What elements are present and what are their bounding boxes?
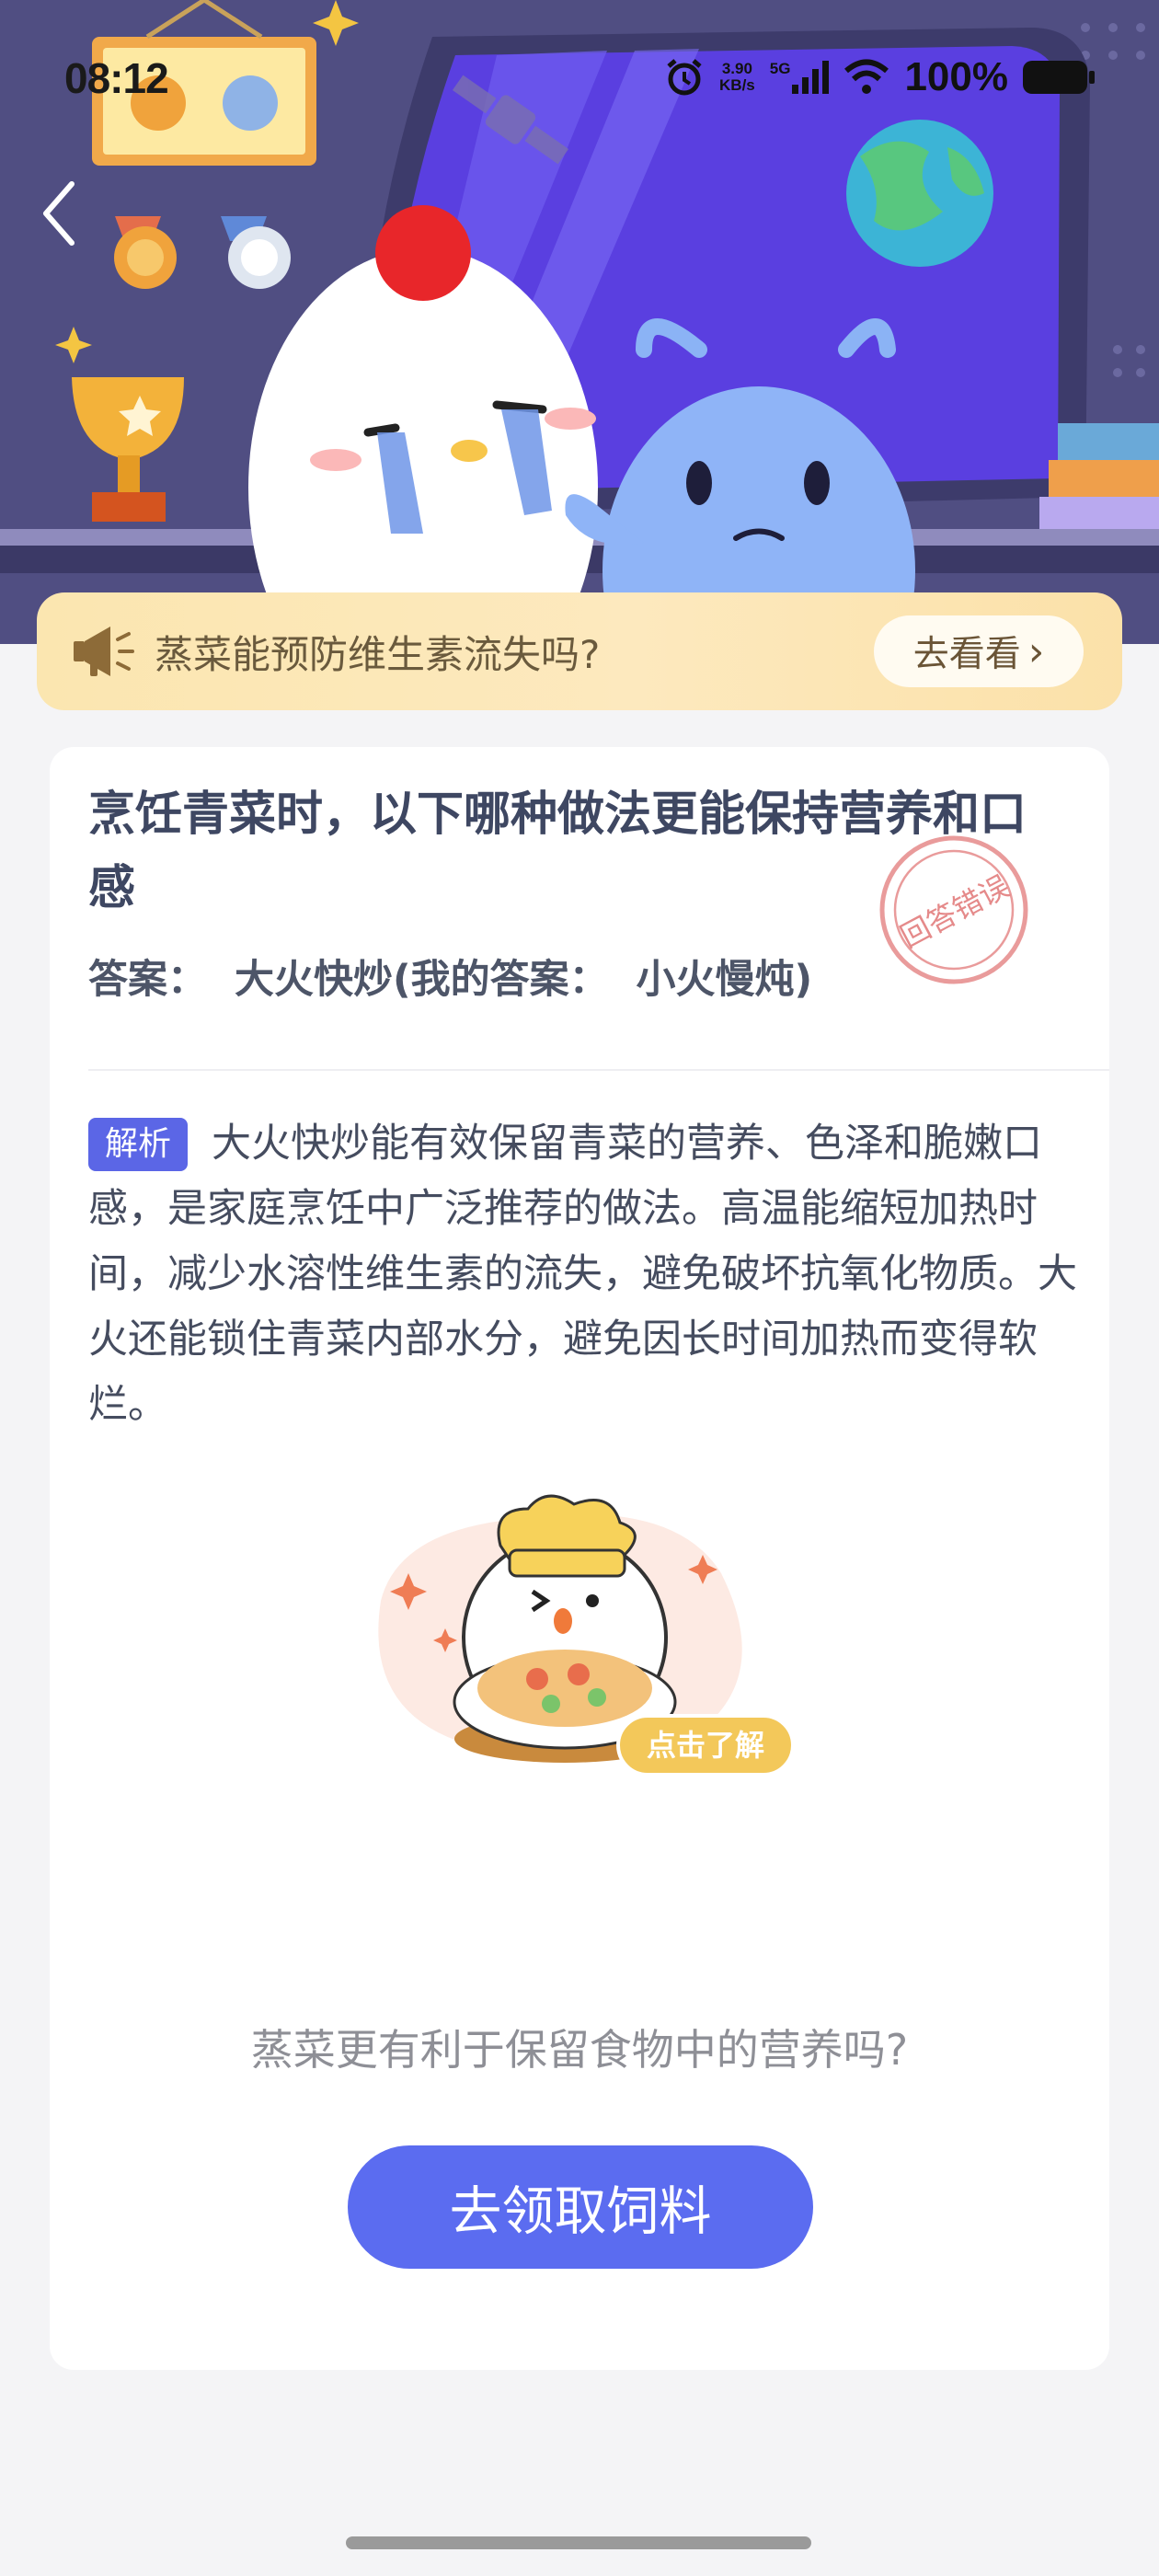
answer-line: 答案： 大火快炒(我的答案： 小火慢炖) (88, 957, 813, 1003)
wrong-answer-stamp: 回答错误 (879, 835, 1028, 984)
notice-go-label: 去看看 (912, 634, 1021, 675)
analysis-text: 大火快炒能有效保留青菜的营养、色泽和脆嫩口感，是家庭烹饪中广泛推荐的做法。高温能… (88, 1121, 1077, 1428)
notice-text: 蒸菜能预防维生素流失吗? (155, 631, 601, 677)
claim-feed-button[interactable]: 去领取饲料 (348, 2145, 813, 2269)
battery-percent: 100% (904, 54, 1008, 99)
signal-icon: 5G (770, 61, 830, 94)
network-type: 5G (769, 60, 791, 77)
chef-illustration[interactable]: 点击了解 (344, 1490, 878, 1785)
net-speed: 3.90 KB/s (719, 61, 755, 94)
net-speed-value: 3.90 (721, 60, 752, 77)
status-time: 08:12 (64, 54, 169, 102)
analysis-tag: 解析 (88, 1118, 189, 1171)
wifi-icon (844, 59, 889, 94)
alarm-icon (667, 59, 702, 96)
claim-feed-label: 去领取饲料 (449, 2181, 712, 2242)
notice-go-button[interactable]: 去看看 › (874, 615, 1084, 687)
promo-question[interactable]: 蒸菜更有利于保留食物中的营养吗? (50, 2017, 1109, 2077)
back-arrow-icon[interactable] (37, 177, 83, 250)
hero-banner: 08:12 3.90 KB/s 5G 100% (0, 0, 1159, 653)
learn-more-badge[interactable]: 点击了解 (647, 1728, 764, 1763)
net-speed-unit: KB/s (719, 76, 755, 94)
stamp-text: 回答错误 (895, 868, 1016, 955)
home-indicator[interactable] (346, 2536, 811, 2549)
status-bar: 08:12 3.90 KB/s 5G 100% (0, 0, 1159, 156)
question-card: 烹饪青菜时，以下哪种做法更能保持营养和口感 回答错误 答案： 大火快炒(我的答案… (50, 747, 1109, 2370)
megaphone-icon (74, 627, 134, 676)
analysis-block: 解析 大火快炒能有效保留青菜的营养、色泽和脆嫩口感，是家庭烹饪中广泛推荐的做法。高… (88, 1111, 1100, 1438)
battery-icon (1023, 61, 1095, 94)
chevron-right-icon: › (1027, 627, 1045, 675)
divider (88, 1069, 1109, 1071)
status-indicators: 3.90 KB/s 5G 100% (664, 52, 1095, 103)
notice-bar[interactable]: 蒸菜能预防维生素流失吗? 去看看 › (37, 592, 1122, 710)
chef-chick-image: 点击了解 (378, 1494, 795, 1777)
